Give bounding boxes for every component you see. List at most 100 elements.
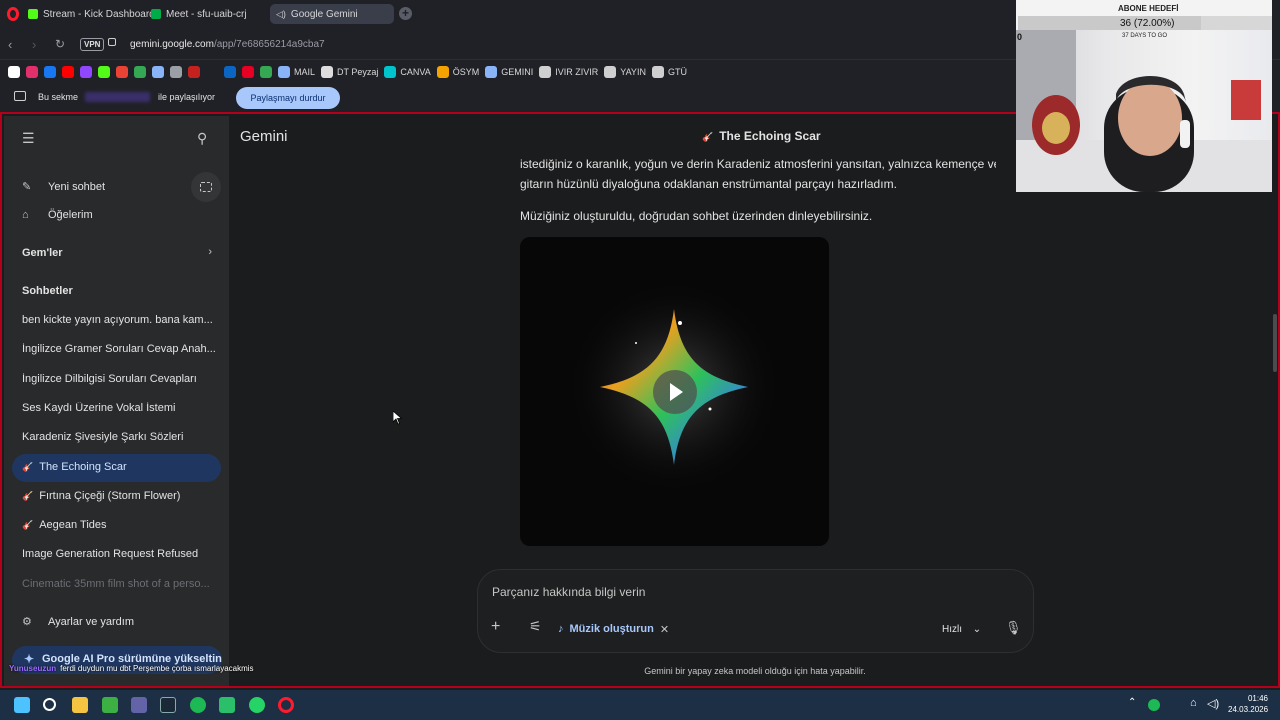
- tab-meet[interactable]: Meet - sfu-uaib-crj: [145, 4, 253, 24]
- prompt-input[interactable]: [492, 585, 892, 599]
- bookmark-facebook[interactable]: [44, 66, 56, 78]
- stop-sharing-button[interactable]: Paylaşmayı durdur: [236, 87, 340, 109]
- settings-button[interactable]: ⚙ Ayarlar ve yardım: [22, 615, 134, 628]
- play-button[interactable]: [653, 370, 697, 414]
- close-icon[interactable]: ✕: [660, 623, 669, 636]
- bookmark-gtü[interactable]: GTÜ: [651, 66, 687, 78]
- add-icon[interactable]: +: [491, 618, 500, 636]
- bookmark-twitch[interactable]: [80, 66, 92, 78]
- chat-item[interactable]: Cinematic 35mm film shot of a perso...: [22, 578, 217, 590]
- kick-icon: [98, 66, 110, 78]
- conversation-title[interactable]: 🎸 The Echoing Scar: [702, 129, 821, 143]
- chat-item[interactable]: 🎸 Aegean Tides: [22, 519, 217, 531]
- bookmark-mail[interactable]: MAIL: [278, 66, 315, 78]
- clock-date: 24.03.2026: [1228, 705, 1269, 714]
- chat-item[interactable]: İngilizce Gramer Soruları Cevap Anah...: [22, 343, 217, 355]
- bookmark-label: GTÜ: [667, 67, 687, 77]
- chat-item[interactable]: İngilizce Dilbilgisi Soruları Cevapları: [22, 373, 217, 385]
- tab-label: Google Gemini: [290, 8, 358, 20]
- bookmark-canva[interactable]: CANVA: [384, 66, 431, 78]
- mail-icon: [278, 66, 290, 78]
- bookmark-youtube[interactable]: [62, 66, 74, 78]
- bookmark-globe[interactable]: [206, 66, 218, 78]
- app-icon[interactable]: [102, 697, 118, 713]
- bookmark-yayin[interactable]: YAYIN: [604, 66, 646, 78]
- spotify-icon[interactable]: [190, 697, 206, 713]
- taskbar-clock[interactable]: 01:46 24.03.2026: [1228, 693, 1268, 715]
- bookmark-gmail[interactable]: [116, 66, 128, 78]
- maps-icon: [134, 66, 146, 78]
- bookmark-instagram[interactable]: [26, 66, 38, 78]
- volume-icon[interactable]: ◁): [1207, 697, 1223, 713]
- bookmark-phone[interactable]: [260, 66, 272, 78]
- scrollbar[interactable]: [1273, 314, 1277, 372]
- music-tool-chip[interactable]: ♪ Müzik oluşturun ✕: [558, 618, 669, 640]
- gems-row[interactable]: Gem'ler ›: [22, 246, 212, 259]
- bookmark-gemini[interactable]: GEMINI: [485, 66, 533, 78]
- box-icon: [188, 66, 200, 78]
- chat-item-label: Aegean Tides: [39, 519, 107, 532]
- opera-icon[interactable]: [278, 697, 294, 713]
- bookmark-dollar[interactable]: [152, 66, 164, 78]
- bookmark-kick[interactable]: [98, 66, 110, 78]
- kick-icon: [28, 9, 38, 19]
- bookmark-label: DT Peyzaj: [337, 67, 379, 77]
- gemini-icon: [485, 66, 498, 78]
- model-mode-select[interactable]: Hızlı ⌄: [942, 624, 981, 635]
- bookmark-pinterest[interactable]: [242, 66, 254, 78]
- chat-item[interactable]: 🎸 The Echoing Scar: [12, 453, 221, 482]
- teams-icon[interactable]: [131, 697, 147, 713]
- phone-icon: [260, 66, 272, 78]
- tools-icon[interactable]: ⚟: [529, 618, 542, 635]
- search-icon[interactable]: ⚲: [197, 130, 207, 147]
- tray-chevron-icon[interactable]: ⌃: [1128, 697, 1144, 713]
- vpn-badge[interactable]: VPN: [80, 38, 105, 51]
- edit-icon: ✎: [22, 181, 32, 193]
- bookmark-box[interactable]: [188, 66, 200, 78]
- bookmark-label: IVIR ZIVIR: [555, 67, 599, 77]
- chat-item[interactable]: Karadeniz Şivesiyle Şarkı Sözleri: [22, 431, 217, 443]
- bookmark-ivir-zivir[interactable]: IVIR ZIVIR: [539, 66, 598, 78]
- file-explorer-icon[interactable]: [72, 697, 88, 713]
- spotify-tray-icon[interactable]: [1148, 699, 1160, 711]
- new-chat-button[interactable]: ✎ Yeni sohbet: [22, 180, 105, 193]
- chat-item[interactable]: 🎸 Fırtına Çiçeği (Storm Flower): [22, 490, 217, 502]
- url-field[interactable]: gemini.google.com/app/7e68656214a9cba7: [130, 39, 325, 50]
- days-to-go-label: 37 DAYS TO GO: [1122, 33, 1168, 39]
- opera-logo-icon[interactable]: [7, 7, 19, 21]
- temporary-chat-button[interactable]: [191, 172, 221, 202]
- bookmark-maps[interactable]: [134, 66, 146, 78]
- search-icon[interactable]: [43, 698, 56, 711]
- microphone-icon[interactable]: 🎙: [1005, 620, 1022, 636]
- bookmark-linkedin[interactable]: [224, 66, 236, 78]
- whatsapp-icon[interactable]: [249, 697, 265, 713]
- steam-icon[interactable]: [160, 697, 176, 713]
- menu-icon[interactable]: ☰: [22, 130, 35, 147]
- chat-item-label: Fırtına Çiçeği (Storm Flower): [39, 489, 181, 502]
- reload-icon[interactable]: ↻: [55, 37, 65, 51]
- new-tab-button[interactable]: +: [399, 7, 412, 20]
- chat-item[interactable]: Ses Kaydı Üzerine Vokal İstemi: [22, 402, 217, 414]
- forward-icon[interactable]: ›: [32, 37, 36, 52]
- temporary-chat-icon: [200, 182, 212, 192]
- chat-item-label: The Echoing Scar: [39, 460, 127, 473]
- windows-start-icon[interactable]: [14, 697, 30, 713]
- bookmark-ösym[interactable]: ÖSYM: [436, 66, 479, 78]
- chat-item[interactable]: Image Generation Request Refused: [22, 548, 217, 560]
- back-icon[interactable]: ‹: [8, 37, 12, 52]
- bookmark-x[interactable]: [8, 66, 20, 78]
- lock-icon[interactable]: [108, 38, 116, 46]
- webcam-feed: [1016, 30, 1272, 192]
- gemini-brand[interactable]: Gemini: [240, 128, 288, 145]
- subscriber-count: 36 (72.00%): [1120, 18, 1175, 29]
- tab-kick-dashboard[interactable]: Stream - Kick Dashboard: [22, 4, 161, 24]
- wifi-icon[interactable]: ⌂: [1190, 697, 1206, 713]
- my-items-button[interactable]: ⌂ Öğelerim: [22, 209, 93, 221]
- bookmark-link[interactable]: [170, 66, 182, 78]
- chat-item[interactable]: ben kickte yayın açıyorum. bana kam...: [22, 314, 217, 326]
- conversation-title-text: The Echoing Scar: [719, 129, 821, 143]
- tab-google-gemini[interactable]: ◁) Google Gemini: [270, 4, 394, 24]
- bookmark-dt-peyzaj[interactable]: DT Peyzaj: [321, 66, 378, 78]
- camera-app-icon[interactable]: [219, 697, 235, 713]
- chat-item-label: Ses Kaydı Üzerine Vokal İstemi: [22, 401, 176, 414]
